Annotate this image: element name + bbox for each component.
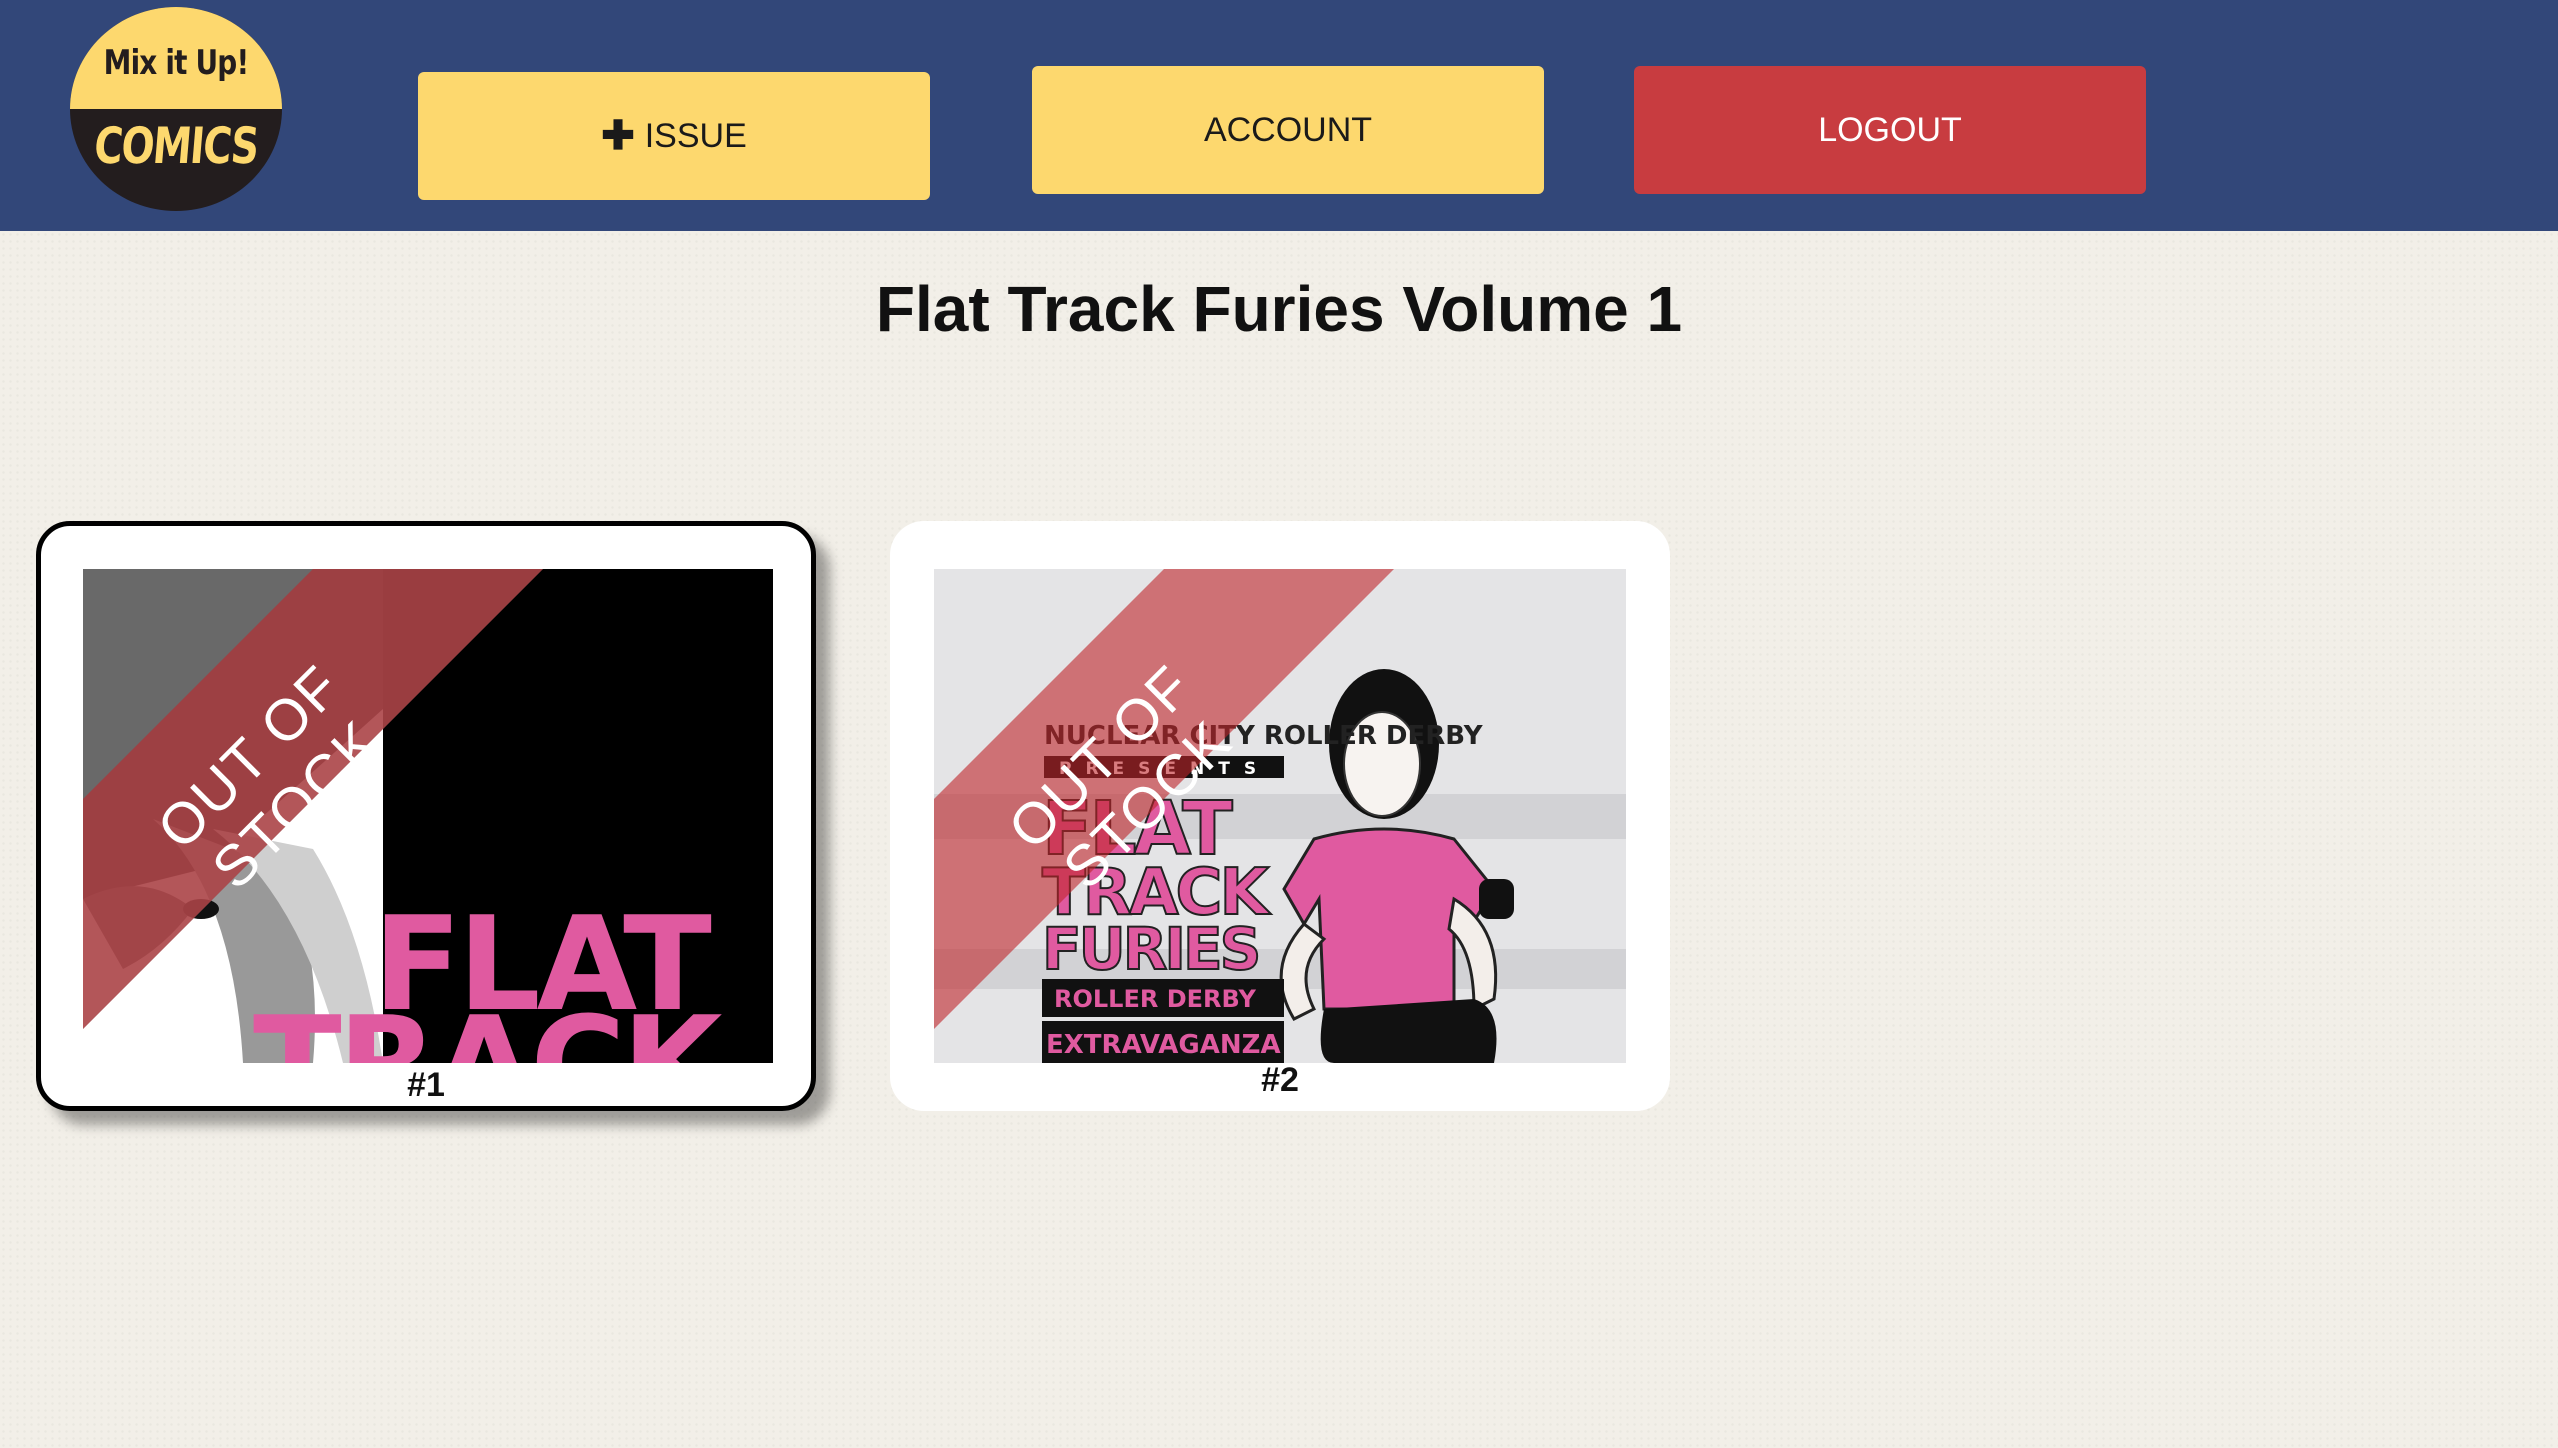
plus-icon: ✚ bbox=[601, 114, 635, 158]
logo-line-1: Mix it Up! bbox=[103, 43, 250, 83]
mix-it-up-comics-logo[interactable]: Mix it Up! COMICS bbox=[70, 7, 282, 211]
issue-1-label: #1 bbox=[407, 1066, 445, 1104]
issue-2-cover-image[interactable]: NUCLEAR CITY ROLLER DERBY PRESENTS FLAT … bbox=[934, 569, 1626, 1063]
logout-button[interactable]: LOGOUT bbox=[1634, 66, 2146, 194]
issue-card-1[interactable]: FLAT TRACK OUT OF STOCK #1 bbox=[36, 521, 816, 1111]
issue-card-2[interactable]: NUCLEAR CITY ROLLER DERBY PRESENTS FLAT … bbox=[890, 521, 1670, 1111]
add-issue-label: ISSUE bbox=[644, 116, 747, 155]
logo-line-2: COMICS bbox=[92, 117, 260, 175]
account-label: ACCOUNT bbox=[1203, 110, 1373, 149]
issue-2-label: #2 bbox=[1261, 1061, 1299, 1099]
add-issue-button[interactable]: ✚ ISSUE bbox=[418, 72, 930, 200]
top-navbar: Mix it Up! COMICS ✚ ISSUE ACCOUNT LOGOUT bbox=[0, 0, 2558, 231]
logout-label: LOGOUT bbox=[1818, 110, 1962, 149]
issue-1-cover-image[interactable]: FLAT TRACK OUT OF STOCK bbox=[83, 569, 773, 1063]
account-button[interactable]: ACCOUNT bbox=[1032, 66, 1544, 194]
page-title: Flat Track Furies Volume 1 bbox=[875, 273, 1683, 345]
